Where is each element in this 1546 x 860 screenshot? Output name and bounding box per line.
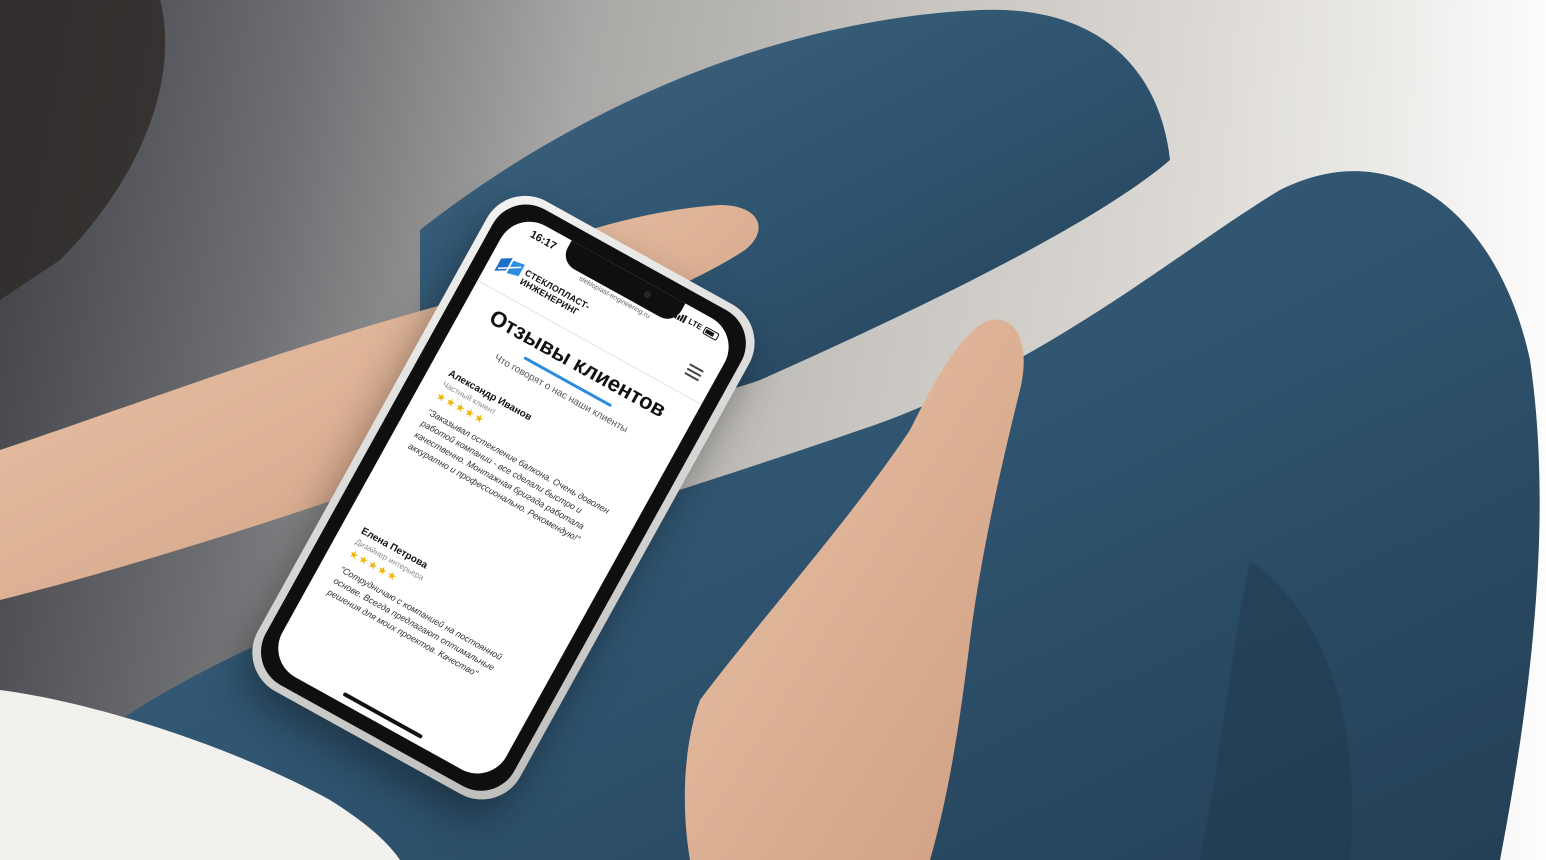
home-indicator[interactable]	[342, 691, 424, 739]
hamburger-menu-icon[interactable]	[684, 363, 704, 382]
hair-shadow	[0, 0, 166, 300]
background-photo	[0, 0, 1546, 860]
network-label: LTE	[686, 316, 704, 332]
photo-scene: 16:17 LTE steklopiast-engineering.ru СТЕ…	[0, 0, 1546, 860]
review-card: Елена Петрова Дизайнер интерьера ★★★★★ "…	[325, 526, 559, 705]
signal-icon	[674, 311, 689, 323]
battery-icon	[702, 325, 721, 341]
